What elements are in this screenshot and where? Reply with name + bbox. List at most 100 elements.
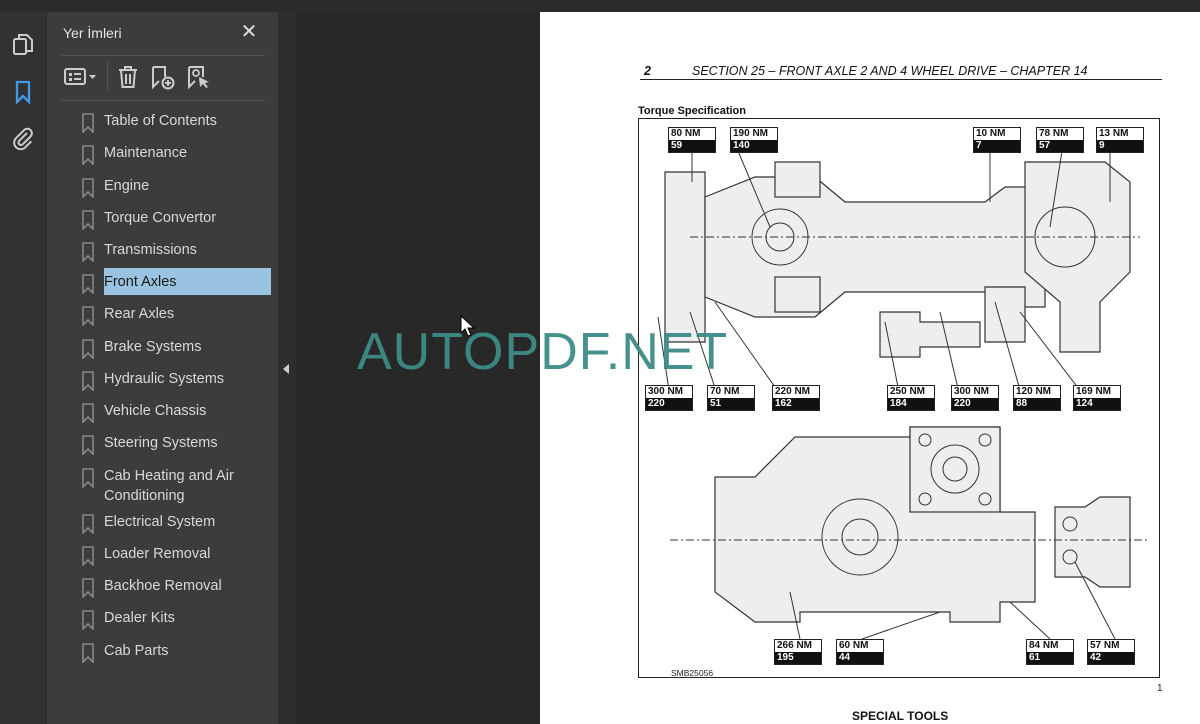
torque-label: 169 NM 124 [1073, 385, 1121, 411]
attachments-icon[interactable] [10, 125, 36, 151]
bookmark-icon [82, 643, 94, 663]
torque-nm: 78 NM [1037, 128, 1083, 140]
bookmark-label: Torque Convertor [104, 210, 217, 226]
torque-nm: 300 NM [952, 386, 998, 398]
torque-lbft: 220 [646, 398, 692, 410]
bookmark-icon [82, 178, 94, 198]
torque-lbft: 162 [773, 398, 819, 410]
divider [62, 100, 265, 101]
bookmark-label: Cab Heating and Air Conditioning [104, 468, 234, 504]
bookmark-label: Backhoe Removal [104, 578, 222, 594]
torque-nm: 190 NM [731, 128, 777, 140]
bookmark-icon [82, 468, 94, 488]
bookmark-label: Engine [104, 178, 150, 194]
close-icon[interactable]: ✕ [239, 22, 259, 42]
bookmark-label: Hydraulic Systems [104, 371, 225, 387]
bookmark-icon [82, 403, 94, 423]
top-strip [0, 0, 1200, 12]
toolbar-divider [107, 62, 108, 90]
torque-lbft: 88 [1014, 398, 1060, 410]
torque-label: 13 NM 9 [1096, 127, 1144, 153]
bookmark-icon [82, 210, 94, 230]
torque-nm: 84 NM [1027, 640, 1073, 652]
torque-nm: 220 NM [773, 386, 819, 398]
bookmark-icon [82, 306, 94, 326]
torque-label: 190 NM 140 [730, 127, 778, 153]
torque-nm: 250 NM [888, 386, 934, 398]
torque-label: 120 NM 88 [1013, 385, 1061, 411]
find-current-bookmark-icon[interactable] [185, 64, 213, 90]
bookmark-label: Vehicle Chassis [104, 403, 207, 419]
torque-lbft: 42 [1088, 652, 1134, 664]
torque-label: 250 NM 184 [887, 385, 935, 411]
bookmark-label: Table of Contents [104, 113, 217, 129]
bookmark-label: Cab Parts [104, 643, 169, 659]
panel-title: Yer İmleri [63, 25, 122, 41]
bookmark-icon [82, 610, 94, 630]
torque-nm: 169 NM [1074, 386, 1120, 398]
bookmarks-icon[interactable] [10, 79, 36, 105]
torque-lbft: 9 [1097, 140, 1143, 152]
bookmark-label: Transmissions [104, 242, 197, 258]
bookmark-icon [82, 113, 94, 133]
torque-lbft: 184 [888, 398, 934, 410]
torque-nm: 70 NM [708, 386, 754, 398]
bookmark-label: Maintenance [104, 145, 188, 161]
bookmark-label: Brake Systems [104, 339, 202, 355]
bookmark-icon [82, 514, 94, 534]
bookmark-icon [82, 242, 94, 262]
torque-label: 70 NM 51 [707, 385, 755, 411]
torque-nm: 60 NM [837, 640, 883, 652]
torque-nm: 120 NM [1014, 386, 1060, 398]
torque-lbft: 140 [731, 140, 777, 152]
torque-label: 300 NM 220 [645, 385, 693, 411]
torque-lbft: 220 [952, 398, 998, 410]
torque-lbft: 59 [669, 140, 715, 152]
bookmark-icon [82, 546, 94, 566]
torque-lbft: 57 [1037, 140, 1083, 152]
panel-collapse-handle[interactable] [278, 12, 296, 724]
torque-label: 300 NM 220 [951, 385, 999, 411]
torque-label: 57 NM 42 [1087, 639, 1135, 665]
bookmark-options-icon[interactable] [63, 64, 99, 90]
torque-lbft: 51 [708, 398, 754, 410]
add-bookmark-icon[interactable] [149, 64, 177, 90]
bookmark-label: Front Axles [104, 268, 271, 295]
bookmark-label: Steering Systems [104, 435, 218, 451]
torque-nm: 10 NM [974, 128, 1020, 140]
bookmarks-panel: Yer İmleri ✕ Table of Contents Maintenanc… [46, 12, 278, 724]
bookmark-label: Rear Axles [104, 306, 175, 322]
left-icon-rail [0, 12, 46, 724]
torque-lbft: 124 [1074, 398, 1120, 410]
torque-label: 10 NM 7 [973, 127, 1021, 153]
torque-nm: 13 NM [1097, 128, 1143, 140]
torque-lbft: 61 [1027, 652, 1073, 664]
bookmark-icon [82, 145, 94, 165]
torque-nm: 300 NM [646, 386, 692, 398]
torque-label: 266 NM 195 [774, 639, 822, 665]
torque-label: 78 NM 57 [1036, 127, 1084, 153]
mouse-cursor-icon [460, 315, 476, 337]
bookmark-label: Loader Removal [104, 546, 211, 562]
torque-nm: 57 NM [1088, 640, 1134, 652]
pages-icon[interactable] [10, 32, 36, 58]
bookmark-icon [82, 339, 94, 359]
torque-label: 220 NM 162 [772, 385, 820, 411]
torque-label: 84 NM 61 [1026, 639, 1074, 665]
delete-icon[interactable] [115, 64, 141, 90]
bookmark-label: Dealer Kits [104, 610, 175, 626]
bookmark-icon [82, 578, 94, 598]
bookmark-icon [82, 274, 94, 294]
collapse-arrow-icon [283, 364, 289, 374]
torque-lbft: 195 [775, 652, 821, 664]
torque-label: 60 NM 44 [836, 639, 884, 665]
divider [62, 55, 265, 56]
torque-lbft: 7 [974, 140, 1020, 152]
bookmark-icon [82, 435, 94, 455]
torque-lbft: 44 [837, 652, 883, 664]
torque-nm: 266 NM [775, 640, 821, 652]
watermark: AUTOPDF.NET [357, 323, 729, 381]
bookmark-label: Electrical System [104, 514, 216, 530]
torque-label: 80 NM 59 [668, 127, 716, 153]
torque-nm: 80 NM [669, 128, 715, 140]
